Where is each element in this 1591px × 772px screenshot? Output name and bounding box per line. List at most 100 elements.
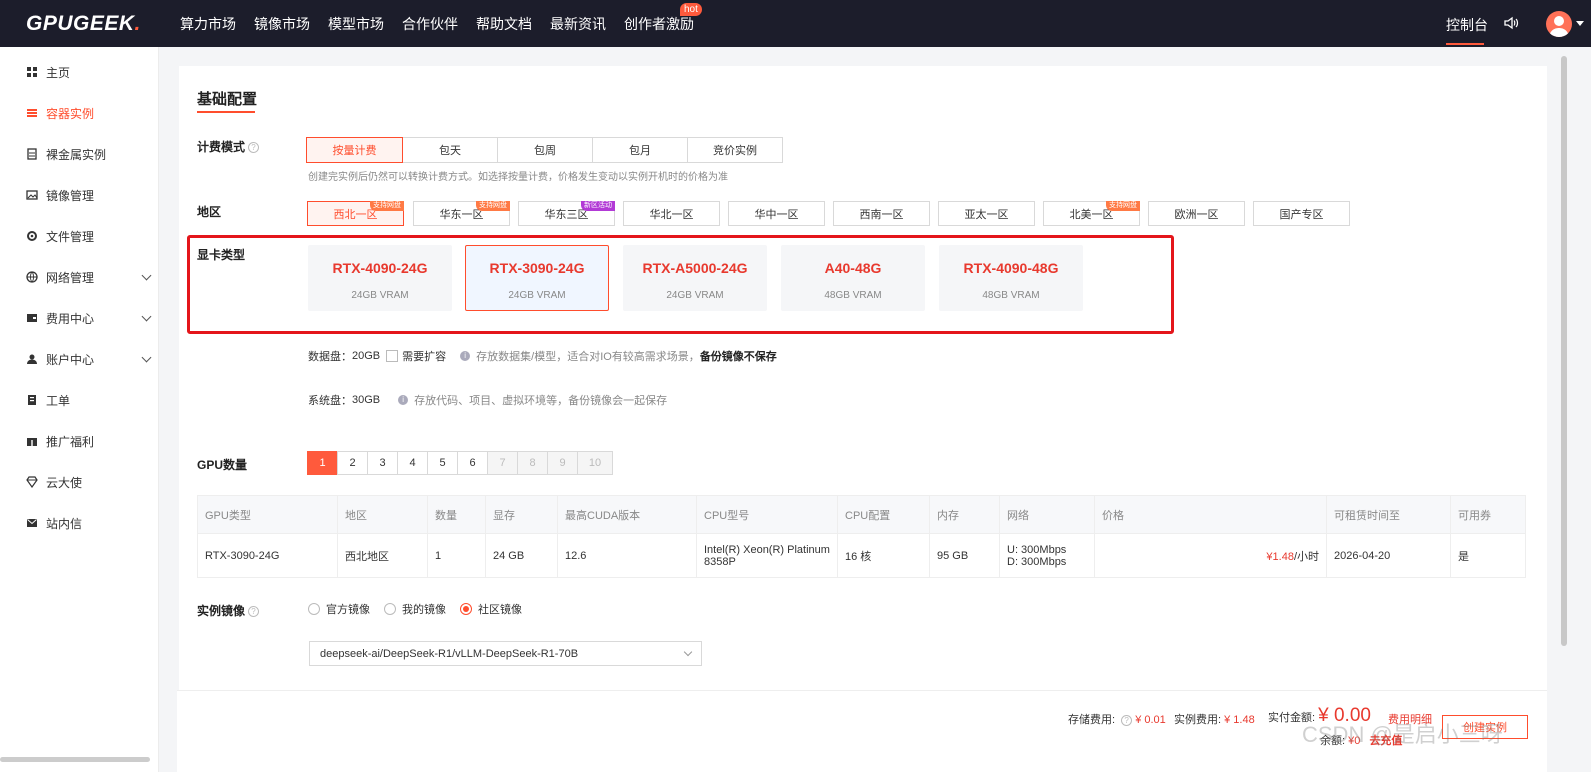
- gpu-spec-table: GPU类型 地区 数量 显存 最高CUDA版本 CPU型号 CPU配置 内存 网…: [197, 495, 1526, 578]
- question-icon[interactable]: ?: [1121, 714, 1133, 726]
- region-tag: 支持网盘: [476, 201, 510, 211]
- logo[interactable]: GPUGEEK.: [26, 12, 141, 36]
- cell-price: ¥1.48/小时: [1094, 533, 1327, 578]
- expand-checkbox[interactable]: [386, 350, 399, 362]
- radio-label[interactable]: 官方镜像: [326, 601, 370, 617]
- gpu-count-3[interactable]: 3: [367, 451, 398, 475]
- mail-icon: [27, 519, 37, 527]
- radio-my-image[interactable]: [384, 603, 396, 615]
- nav-compute-market[interactable]: 算力市场: [180, 14, 236, 34]
- sidebar-item-billing-center[interactable]: 费用中心: [26, 310, 152, 326]
- info-icon: i: [398, 395, 409, 405]
- region-label: 地区: [197, 205, 222, 219]
- sidebar-item-label: 云大使: [46, 475, 83, 490]
- expand-checkbox-label[interactable]: 需要扩容: [402, 348, 446, 364]
- col-network: 网络: [999, 495, 1095, 534]
- region-na-1[interactable]: 北美一区 支持网盘: [1043, 201, 1140, 226]
- gpu-vram: 48GB VRAM: [824, 290, 882, 301]
- gpu-count-1[interactable]: 1: [307, 451, 338, 475]
- sidebar-item-label: 容器实例: [46, 106, 95, 121]
- sidebar-item-container-instance[interactable]: 容器实例: [26, 105, 150, 121]
- sidebar-item-ticket[interactable]: 工单: [26, 392, 150, 408]
- sidebar-item-label: 推广福利: [46, 434, 95, 449]
- sidebar-item-ambassador[interactable]: 云大使: [26, 474, 150, 490]
- sidebar-item-file-manage[interactable]: 文件管理: [26, 228, 150, 244]
- cell-cpu-model: Intel(R) Xeon(R) Platinum 8358P: [696, 533, 838, 578]
- avatar[interactable]: [1546, 11, 1572, 37]
- billing-option-weekly[interactable]: 包周: [497, 137, 593, 163]
- image-select[interactable]: deepseek-ai/DeepSeek-R1/vLLM-DeepSeek-R1…: [309, 641, 702, 666]
- chevron-down-icon: [141, 352, 152, 363]
- nav-model-market[interactable]: 模型市场: [328, 14, 384, 34]
- price-unit: /小时: [1293, 550, 1319, 563]
- region-domestic[interactable]: 国产专区: [1253, 201, 1350, 226]
- cell-network: U: 300Mbps D: 300Mbps: [999, 533, 1095, 578]
- caret-down-icon[interactable]: [1576, 21, 1584, 26]
- section-title-underline: [197, 111, 255, 113]
- sidebar-item-label: 主页: [46, 65, 71, 80]
- nav-help-docs[interactable]: 帮助文档: [476, 14, 532, 34]
- system-disk-row: 系统盘： 30GB i 存放代码、项目、虚拟环境等，备份镜像会一起保存: [308, 392, 667, 408]
- table-row: RTX-3090-24G 西北地区 1 24 GB 12.6 Intel(R) …: [197, 533, 1526, 578]
- gpu-card-rtx4090-48g[interactable]: RTX-4090-48G 48GB VRAM: [939, 245, 1083, 311]
- sidebar-item-account-center[interactable]: 账户中心: [26, 351, 152, 367]
- radio-label[interactable]: 我的镜像: [402, 601, 446, 617]
- region-east-3[interactable]: 华东三区 新区活动: [518, 201, 615, 226]
- region-apac-1[interactable]: 亚太一区: [938, 201, 1035, 226]
- watermark: CSDN @是启小三呀: [1302, 722, 1503, 747]
- region-north-1[interactable]: 华北一区: [623, 201, 720, 226]
- sidebar-item-network-manage[interactable]: 网络管理: [26, 269, 152, 285]
- region-east-1[interactable]: 华东一区 支持网盘: [413, 201, 510, 226]
- sidebar-scrollbar[interactable]: [0, 757, 150, 762]
- gpu-card-rtxa5000-24g[interactable]: RTX-A5000-24G 24GB VRAM: [623, 245, 767, 311]
- gpu-count-6[interactable]: 6: [457, 451, 488, 475]
- sidebar-item-label: 费用中心: [46, 311, 95, 326]
- list-icon: [27, 109, 37, 117]
- radio-label[interactable]: 社区镜像: [478, 601, 522, 617]
- cell-count: 1: [427, 533, 486, 578]
- region-southwest-1[interactable]: 西南一区: [833, 201, 930, 226]
- cell-region: 西北地区: [337, 533, 428, 578]
- col-vram: 显存: [485, 495, 558, 534]
- nav-creator-incentive[interactable]: 创作者激励 hot: [624, 2, 702, 34]
- col-cuda: 最高CUDA版本: [557, 495, 697, 534]
- billing-option-monthly[interactable]: 包月: [592, 137, 688, 163]
- gpu-count-2[interactable]: 2: [337, 451, 368, 475]
- sidebar-item-inbox[interactable]: 站内信: [26, 515, 150, 531]
- sidebar-item-promotion[interactable]: 推广福利: [26, 433, 150, 449]
- chevron-down-icon: [683, 647, 693, 657]
- top-nav: 算力市场 镜像市场 模型市场 合作伙伴 帮助文档 最新资讯 创作者激励 hot: [180, 0, 712, 47]
- sidebar-item-image-manage[interactable]: 镜像管理: [26, 187, 150, 203]
- console-link[interactable]: 控制台: [1446, 15, 1488, 35]
- gpu-card-a40-48g[interactable]: A40-48G 48GB VRAM: [781, 245, 925, 311]
- grid-icon: [27, 67, 37, 77]
- nav-partners[interactable]: 合作伙伴: [402, 14, 458, 34]
- cell-available-until: 2026-04-20: [1326, 533, 1451, 578]
- region-eu-1[interactable]: 欧洲一区: [1148, 201, 1245, 226]
- server-icon: [27, 148, 37, 160]
- col-region: 地区: [337, 495, 428, 534]
- sidebar-item-baremetal[interactable]: 裸金属实例: [26, 146, 150, 162]
- gpu-card-rtx4090-24g[interactable]: RTX-4090-24G 24GB VRAM: [308, 245, 452, 311]
- billing-option-spot[interactable]: 竞价实例: [687, 137, 783, 163]
- billing-option-daily[interactable]: 包天: [402, 137, 498, 163]
- speaker-icon[interactable]: [1502, 14, 1520, 32]
- sidebar-item-home[interactable]: 主页: [26, 64, 150, 80]
- region-central-1[interactable]: 华中一区: [728, 201, 825, 226]
- radio-official-image[interactable]: [308, 603, 320, 615]
- gpu-count-4[interactable]: 4: [397, 451, 428, 475]
- gpu-count-5[interactable]: 5: [427, 451, 458, 475]
- question-icon[interactable]: ?: [248, 606, 260, 618]
- page-scrollbar[interactable]: [1561, 56, 1567, 646]
- gpu-vram: 24GB VRAM: [666, 290, 724, 301]
- gpu-card-rtx3090-24g[interactable]: RTX-3090-24G 24GB VRAM: [465, 245, 609, 311]
- question-icon[interactable]: ?: [248, 142, 260, 154]
- region-northwest-1[interactable]: 西北一区 支持网盘: [307, 201, 404, 226]
- col-gpu-type: GPU类型: [197, 495, 338, 534]
- gpu-count-8: 8: [517, 451, 548, 475]
- radio-community-image[interactable]: [460, 603, 472, 615]
- nav-image-market[interactable]: 镜像市场: [254, 14, 310, 34]
- nav-news[interactable]: 最新资讯: [550, 14, 606, 34]
- billing-option-pay-as-you-go[interactable]: 按量计费: [306, 137, 403, 163]
- gpu-vram: 48GB VRAM: [982, 290, 1040, 301]
